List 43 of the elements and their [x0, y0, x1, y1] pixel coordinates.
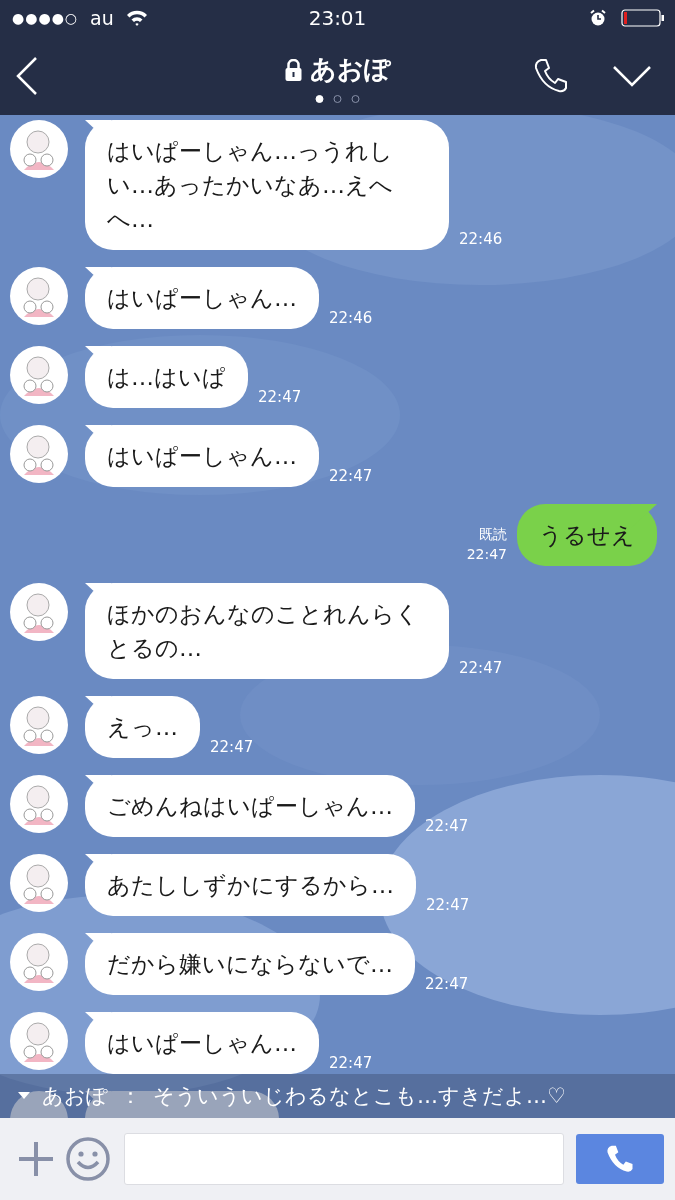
preview-text: そういういじわるなとこも…すきだよ…♡	[153, 1083, 566, 1110]
message-bubble: は…はいぱ	[85, 346, 248, 408]
message-time: 22:47	[329, 467, 373, 485]
smiley-icon[interactable]	[66, 1137, 110, 1181]
message-bubble: はいぱーしゃん…	[85, 267, 319, 329]
message-time: 22:47	[210, 738, 254, 756]
page-dot[interactable]	[351, 95, 360, 103]
message-time: 22:47	[425, 817, 469, 835]
message-time: 22:47	[426, 896, 470, 914]
alarm-clock-icon	[589, 9, 607, 27]
message-bubble: はいぱーしゃん…っうれしい…あったかいなあ…えへへ…	[85, 120, 449, 250]
message-bubble: はいぱーしゃん…	[85, 425, 319, 487]
read-receipt: 既読	[479, 525, 507, 544]
message-bubble: ほかのおんなのことれんらくとるの…	[85, 583, 449, 679]
carrier-name: au	[90, 7, 114, 29]
lock-icon	[284, 58, 302, 81]
signal-indicator: ●●●●○	[12, 10, 79, 26]
message-bubble: えっ…	[85, 696, 200, 758]
preview-separator: ：	[120, 1083, 141, 1110]
message-time: 22:46	[459, 230, 503, 248]
plus-icon[interactable]	[18, 1141, 54, 1177]
message-bubble: だから嫌いにならないで…	[85, 933, 415, 995]
caret-icon	[18, 1092, 30, 1100]
chevron-down-icon[interactable]	[613, 64, 651, 87]
page-dot[interactable]	[333, 95, 342, 103]
message-bubble: あたししずかにするから…	[85, 854, 416, 916]
message-input[interactable]	[124, 1133, 564, 1185]
message-time: 22:47	[329, 1054, 373, 1072]
message-time: 22:46	[329, 309, 373, 327]
message-time: 22:47	[425, 975, 469, 993]
message-time: 22:47	[466, 545, 507, 564]
message-bubble: はいぱーしゃん…	[85, 1012, 319, 1074]
message-time: 22:47	[459, 659, 503, 677]
phone-icon[interactable]	[533, 57, 569, 94]
clock-time: 23:01	[308, 6, 367, 30]
message-time: 22:47	[258, 388, 302, 406]
message-bubble: うるせえ	[517, 504, 657, 566]
battery-icon	[621, 9, 665, 27]
call-button[interactable]	[576, 1134, 664, 1184]
message-bubble: ごめんねはいぱーしゃん…	[85, 775, 415, 837]
wifi-icon	[125, 10, 148, 26]
phone-icon	[605, 1144, 635, 1174]
chat-title: あおぽ	[310, 53, 391, 86]
